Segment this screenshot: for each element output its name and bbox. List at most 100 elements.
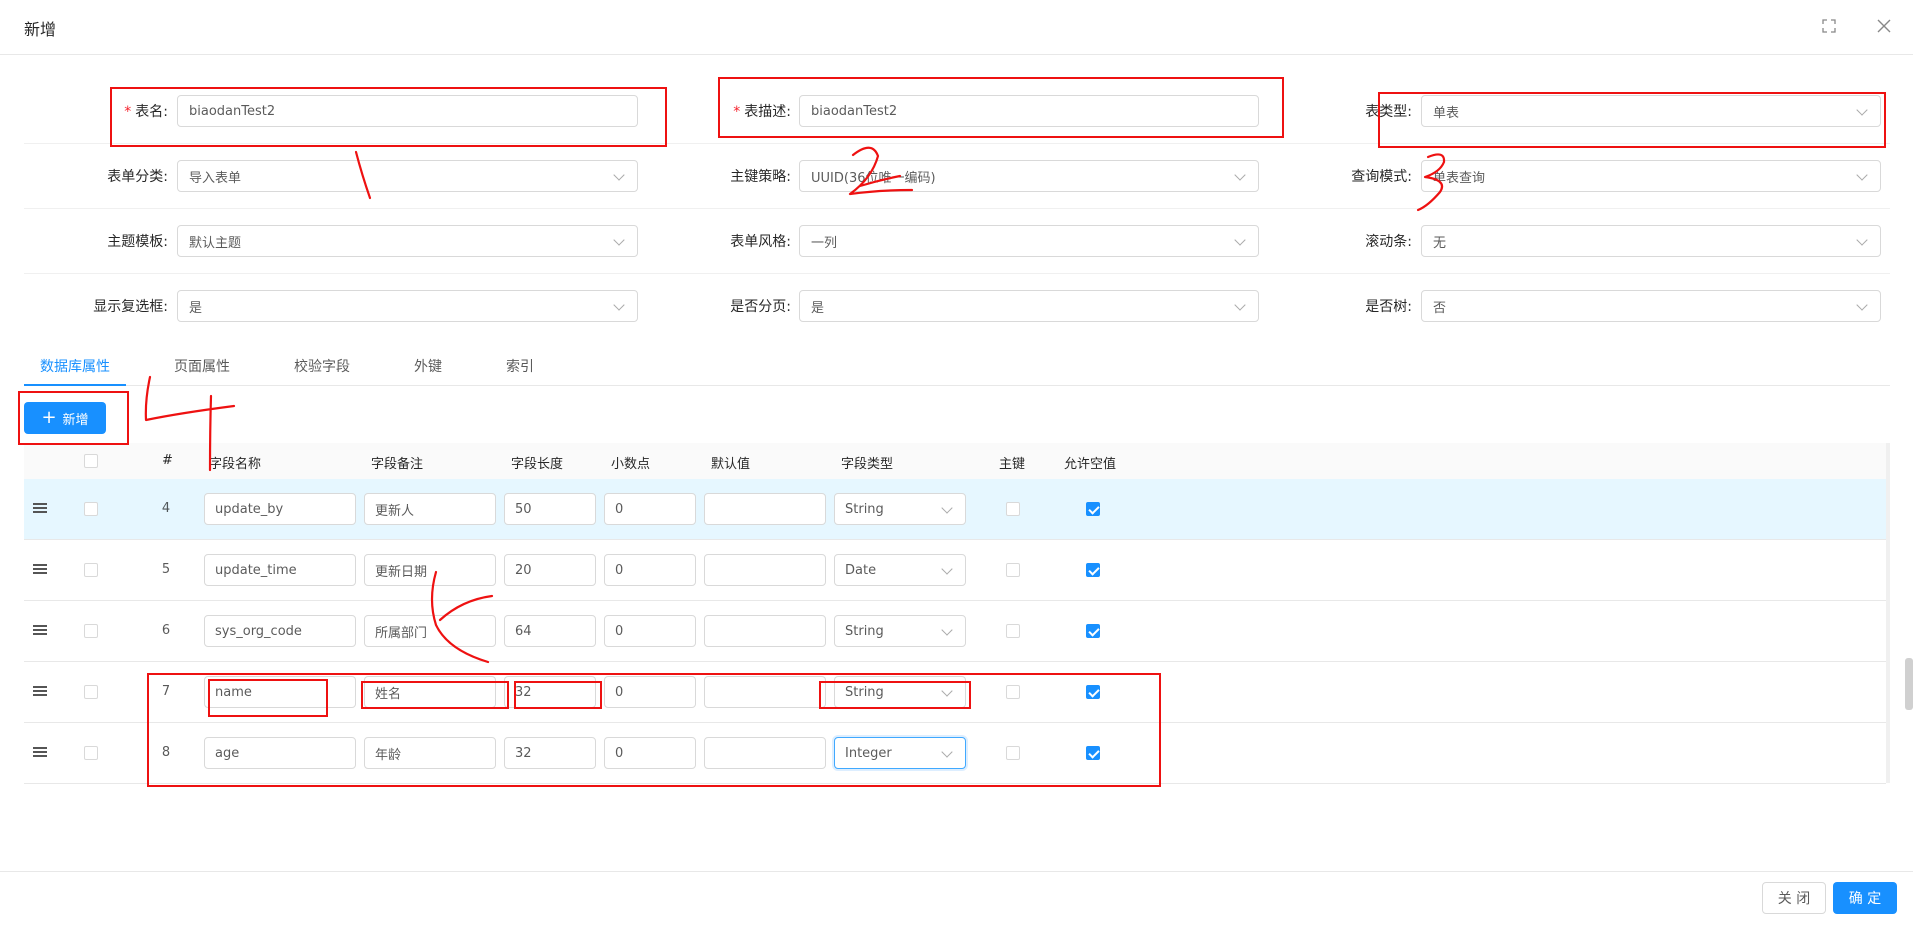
row-select-checkbox[interactable]	[84, 502, 98, 516]
row-number: 6	[161, 623, 171, 638]
field-decimal-input[interactable]: 0	[604, 615, 696, 647]
field-decimal-input[interactable]: 0	[604, 554, 696, 586]
field-decimal-input[interactable]: 0	[604, 493, 696, 525]
ok-button[interactable]: 确 定	[1833, 882, 1897, 914]
theme-select[interactable]: 默认主题	[177, 225, 638, 257]
row-number: 8	[161, 745, 171, 760]
is-tree-label: 是否树:	[1365, 299, 1412, 315]
row-select-checkbox[interactable]	[84, 685, 98, 699]
field-default-input[interactable]	[704, 493, 826, 525]
field-name-input[interactable]: update_by	[204, 493, 356, 525]
plus-icon: +	[41, 407, 57, 428]
primary-key-checkbox[interactable]	[1006, 563, 1020, 577]
table-type-label: 表类型:	[1365, 104, 1412, 120]
fullscreen-icon[interactable]	[1817, 14, 1841, 38]
select-all-checkbox[interactable]	[84, 454, 98, 468]
field-type-select[interactable]: Date	[834, 554, 966, 586]
field-type-select[interactable]: String	[834, 493, 966, 525]
form-category-label: 表单分类:	[107, 169, 168, 185]
field-remark-input[interactable]: 更新日期	[364, 554, 496, 586]
field-length-input[interactable]: 32	[504, 676, 596, 708]
field-type-select[interactable]: String	[834, 676, 966, 708]
primary-key-checkbox[interactable]	[1006, 685, 1020, 699]
form-divider	[24, 143, 1890, 144]
field-default-input[interactable]	[704, 676, 826, 708]
primary-key-checkbox[interactable]	[1006, 502, 1020, 516]
add-field-button[interactable]: + 新增	[24, 402, 106, 434]
field-length-input[interactable]: 64	[504, 615, 596, 647]
row-select-checkbox[interactable]	[84, 624, 98, 638]
show-checkbox-select[interactable]: 是	[177, 290, 638, 322]
field-name-input[interactable]: age	[204, 737, 356, 769]
drag-handle-icon[interactable]	[33, 564, 47, 576]
field-length-input[interactable]: 20	[504, 554, 596, 586]
header-default: 默认值	[711, 457, 751, 472]
primary-key-checkbox[interactable]	[1006, 746, 1020, 760]
table-scrollbar-track[interactable]	[1886, 443, 1890, 783]
field-type-select[interactable]: Integer	[834, 737, 966, 769]
tab-page-properties[interactable]: 页面属性	[174, 356, 230, 376]
query-mode-select[interactable]: 单表查询	[1421, 160, 1881, 192]
header-length: 字段长度	[511, 457, 564, 472]
row-select-checkbox[interactable]	[84, 563, 98, 577]
nullable-checkbox[interactable]	[1086, 624, 1100, 638]
form-divider	[24, 273, 1890, 274]
field-name-input[interactable]: name	[204, 676, 356, 708]
drag-handle-icon[interactable]	[33, 625, 47, 637]
table-name-label: * 表名:	[124, 104, 168, 120]
row-select-checkbox[interactable]	[84, 746, 98, 760]
tab-indexes[interactable]: 索引	[506, 356, 534, 376]
field-remark-input[interactable]: 姓名	[364, 676, 496, 708]
drag-handle-icon[interactable]	[33, 747, 47, 759]
paginate-select[interactable]: 是	[799, 290, 1259, 322]
tab-bar-divider	[24, 385, 1890, 386]
nullable-checkbox[interactable]	[1086, 746, 1100, 760]
close-button[interactable]: 关 闭	[1762, 882, 1826, 914]
scrollbar-label: 滚动条:	[1365, 234, 1412, 250]
field-decimal-input[interactable]: 0	[604, 676, 696, 708]
field-length-input[interactable]: 50	[504, 493, 596, 525]
field-default-input[interactable]	[704, 554, 826, 586]
table-name-input[interactable]: biaodanTest2	[177, 95, 638, 127]
nullable-checkbox[interactable]	[1086, 685, 1100, 699]
row-number: 7	[161, 684, 171, 699]
form-category-select[interactable]: 导入表单	[177, 160, 638, 192]
tab-database-properties[interactable]: 数据库属性	[40, 356, 110, 376]
pk-strategy-label: 主键策略:	[730, 169, 791, 185]
header-type: 字段类型	[841, 457, 894, 472]
field-type-select[interactable]: String	[834, 615, 966, 647]
header-index: #	[162, 453, 173, 468]
tab-active-indicator	[24, 384, 126, 386]
field-length-input[interactable]: 32	[504, 737, 596, 769]
close-icon[interactable]	[1872, 14, 1896, 38]
table-desc-input[interactable]: biaodanTest2	[799, 95, 1259, 127]
theme-label: 主题模板:	[107, 234, 168, 250]
field-name-input[interactable]: update_time	[204, 554, 356, 586]
page-scrollbar-thumb[interactable]	[1905, 658, 1913, 710]
form-style-select[interactable]: 一列	[799, 225, 1259, 257]
modal-title: 新增	[24, 20, 57, 39]
field-remark-input[interactable]: 所属部门	[364, 615, 496, 647]
primary-key-checkbox[interactable]	[1006, 624, 1020, 638]
header-decimal: 小数点	[611, 457, 651, 472]
field-remark-input[interactable]: 年龄	[364, 737, 496, 769]
pk-strategy-select[interactable]: UUID(36位唯一编码)	[799, 160, 1259, 192]
tab-foreign-keys[interactable]: 外键	[414, 356, 442, 376]
is-tree-select[interactable]: 否	[1421, 290, 1881, 322]
field-name-input[interactable]: sys_org_code	[204, 615, 356, 647]
nullable-checkbox[interactable]	[1086, 502, 1100, 516]
nullable-checkbox[interactable]	[1086, 563, 1100, 577]
table-type-select[interactable]: 单表	[1421, 95, 1881, 127]
scrollbar-select[interactable]: 无	[1421, 225, 1881, 257]
paginate-label: 是否分页:	[730, 299, 791, 315]
field-remark-input[interactable]: 更新人	[364, 493, 496, 525]
drag-handle-icon[interactable]	[33, 686, 47, 698]
drag-handle-icon[interactable]	[33, 503, 47, 515]
tab-validation-fields[interactable]: 校验字段	[294, 356, 350, 376]
field-decimal-input[interactable]: 0	[604, 737, 696, 769]
field-default-input[interactable]	[704, 737, 826, 769]
show-checkbox-label: 显示复选框:	[93, 299, 168, 315]
query-mode-label: 查询模式:	[1351, 169, 1412, 185]
field-default-input[interactable]	[704, 615, 826, 647]
header-nullable: 允许空值	[1064, 457, 1117, 472]
